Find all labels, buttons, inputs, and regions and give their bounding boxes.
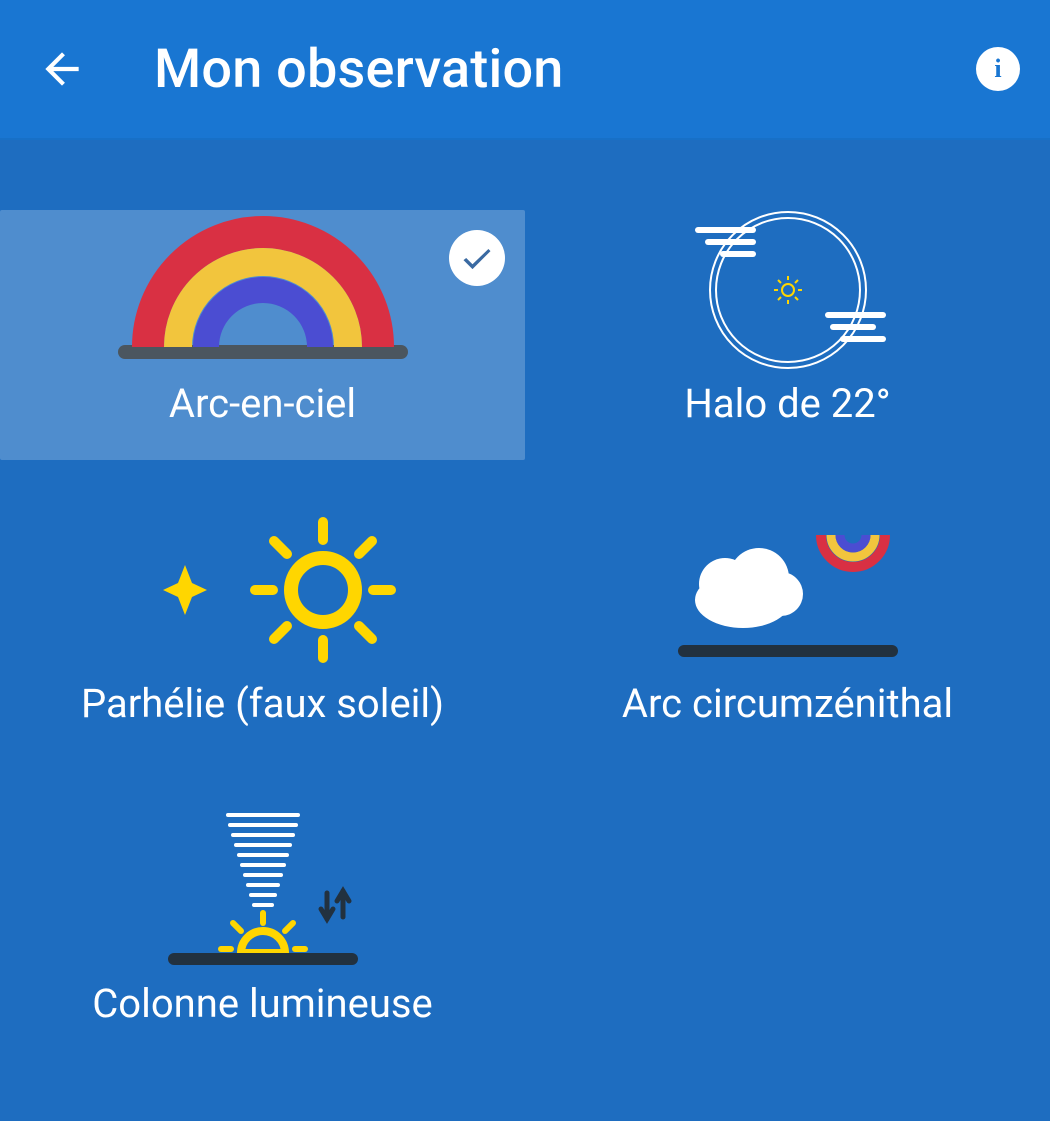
circumzenithal-icon [628,510,948,670]
option-label: Colonne lumineuse [92,980,433,1027]
option-label: Arc circumzénithal [622,680,953,727]
option-label: Halo de 22° [684,380,890,427]
option-lightpillar[interactable]: Colonne lumineuse [0,810,525,1060]
info-button[interactable]: i [976,47,1020,91]
option-circumzenithal[interactable]: Arc circumzénithal [525,510,1050,760]
check-icon [459,240,495,276]
rainbow-icon [103,210,423,370]
option-halo22[interactable]: Halo de 22° [525,210,1050,460]
app-header: Mon observation i [0,0,1050,140]
arrow-left-icon [37,44,87,94]
option-label: Arc-en-ciel [169,380,356,427]
info-icon: i [994,54,1001,84]
parhelie-icon [103,510,423,670]
selected-badge [449,230,505,286]
options-grid: Arc-en-ciel [0,140,1050,1060]
halo-icon [628,210,948,370]
back-button[interactable] [30,37,94,101]
lightpillar-icon [103,810,423,970]
option-label: Parhélie (faux soleil) [81,680,444,727]
page-title: Mon observation [154,38,976,101]
option-parhelie[interactable]: Parhélie (faux soleil) [0,510,525,760]
option-rainbow[interactable]: Arc-en-ciel [0,210,525,460]
